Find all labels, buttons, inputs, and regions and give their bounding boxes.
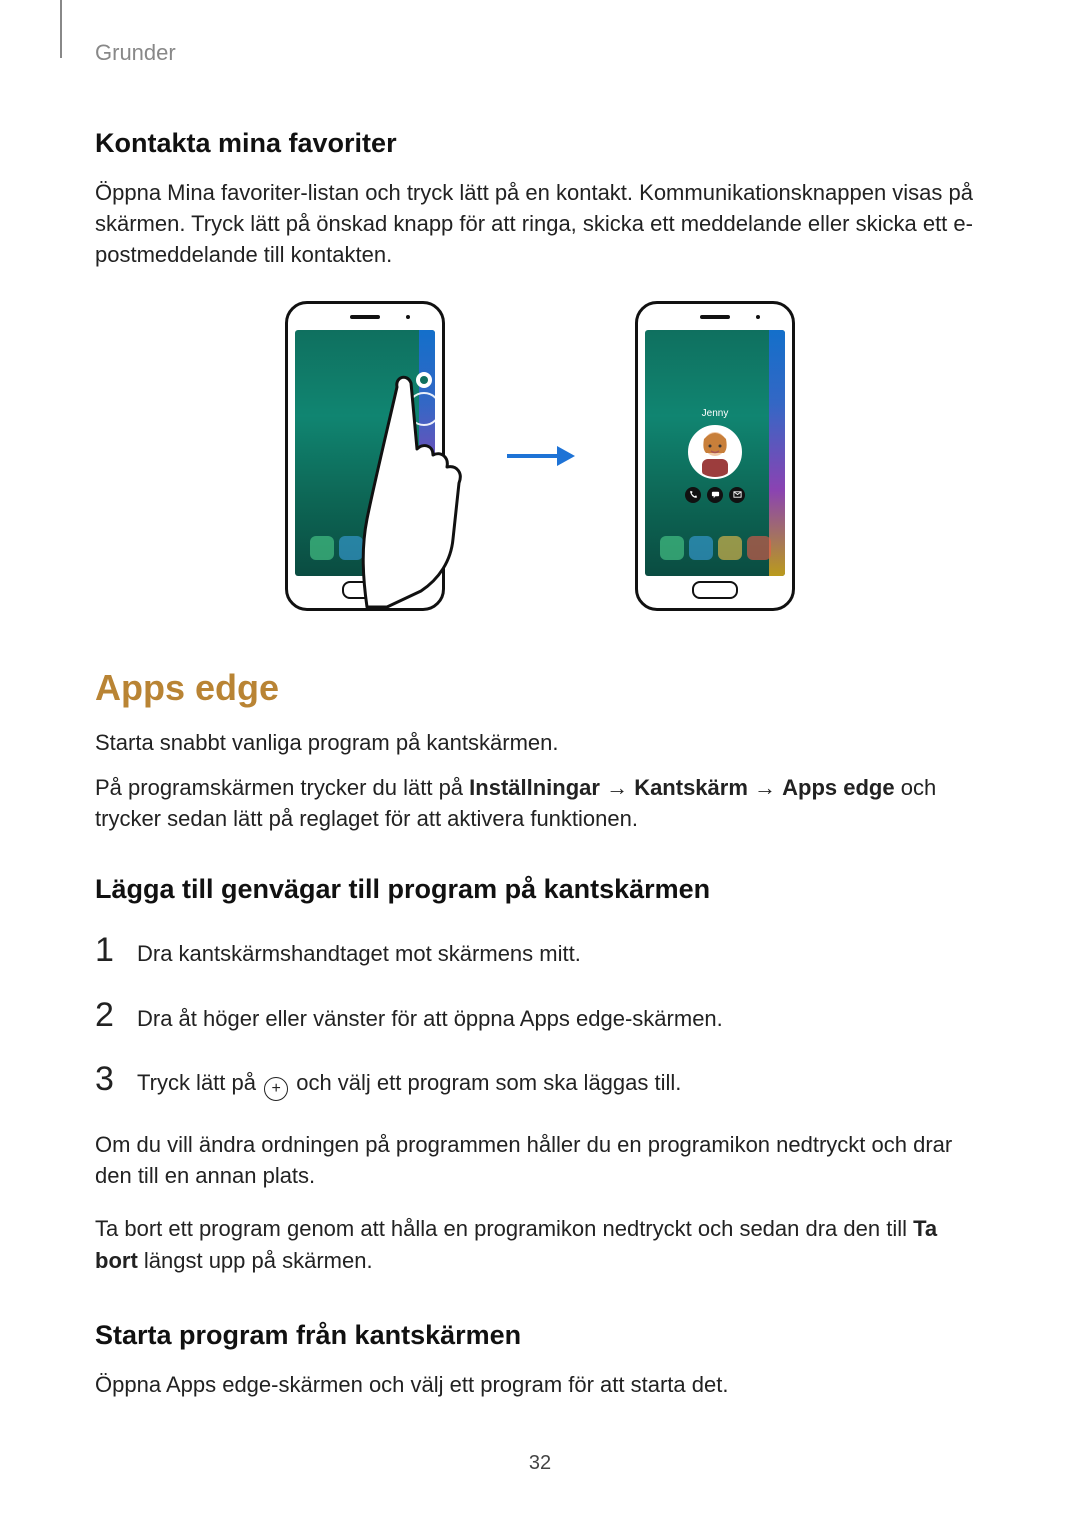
heading-apps-edge: Apps edge (95, 667, 985, 709)
para-contact-favourites: Öppna Mina favoriter-listan och tryck lä… (95, 177, 985, 271)
phone-screen (295, 330, 435, 576)
page-category: Grunder (95, 40, 985, 66)
contact-actions (685, 487, 745, 503)
touch-indicator-icon (407, 392, 435, 426)
dock (307, 530, 423, 566)
text: längst upp på skärmen. (138, 1248, 373, 1273)
para-start-programs: Öppna Apps edge-skärmen och välj ett pro… (95, 1369, 985, 1400)
step-item: 1 Dra kantskärmshandtaget mot skärmens m… (95, 933, 985, 969)
step-text: Dra åt höger eller vänster för att öppna… (137, 1003, 723, 1034)
manual-page: Grunder Kontakta mina favoriter Öppna Mi… (0, 0, 1080, 1527)
arrow-text: → (600, 775, 634, 800)
phone-camera (406, 315, 410, 319)
step-number: 2 (95, 998, 119, 1032)
para-reorder: Om du vill ändra ordningen på programmen… (95, 1129, 985, 1191)
steps-list: 1 Dra kantskärmshandtaget mot skärmens m… (95, 933, 985, 1100)
home-button-icon (692, 581, 738, 599)
para-delete: Ta bort ett program genom att hålla en p… (95, 1213, 985, 1275)
illustration-row: Jenny (95, 301, 985, 611)
text: och välj ett program som ska läggas till… (290, 1070, 681, 1095)
phone-frame: Jenny (635, 301, 795, 611)
para-apps-edge-intro: Starta snabbt vanliga program på kantskä… (95, 727, 985, 758)
phone-screen: Jenny (645, 330, 785, 576)
dock-app-icon (660, 536, 684, 560)
para-apps-edge-path: På programskärmen trycker du lätt på Ins… (95, 772, 985, 834)
dock-app-icon (747, 536, 771, 560)
contact-popup: Jenny (685, 408, 745, 503)
call-icon (685, 487, 701, 503)
step-item: 2 Dra åt höger eller vänster för att öpp… (95, 998, 985, 1034)
step-number: 1 (95, 933, 119, 967)
phone-frame (285, 301, 445, 611)
dock (657, 530, 773, 566)
text: Tryck lätt på (137, 1070, 262, 1095)
step-item: 3 Tryck lätt på + och välj ett program s… (95, 1062, 985, 1101)
heading-add-shortcuts: Lägga till genvägar till program på kant… (95, 874, 985, 905)
tab-marker (60, 0, 62, 58)
path-settings: Inställningar (469, 775, 600, 800)
heading-contact-favourites: Kontakta mina favoriter (95, 128, 985, 159)
message-icon (707, 487, 723, 503)
step-text: Dra kantskärmshandtaget mot skärmens mit… (137, 938, 581, 969)
phone-speaker (700, 315, 730, 319)
home-button-icon (342, 581, 388, 599)
text: På programskärmen trycker du lätt på (95, 775, 469, 800)
path-apps-edge: Apps edge (782, 775, 894, 800)
email-icon (729, 487, 745, 503)
contact-name: Jenny (702, 408, 729, 419)
dock-app-icon (339, 536, 363, 560)
phone-camera (756, 315, 760, 319)
edge-contact-dot (416, 372, 432, 388)
dock-app-icon (718, 536, 742, 560)
arrow-right-icon (505, 441, 575, 471)
phone-before (285, 301, 445, 611)
path-edge-screen: Kantskärm (634, 775, 748, 800)
dock-app-icon (310, 536, 334, 560)
phone-speaker (350, 315, 380, 319)
text: Ta bort ett program genom att hålla en p… (95, 1216, 913, 1241)
step-text: Tryck lätt på + och välj ett program som… (137, 1067, 681, 1101)
dock-app-icon (368, 536, 392, 560)
page-number: 32 (529, 1452, 551, 1475)
step-number: 3 (95, 1062, 119, 1096)
phone-after: Jenny (635, 301, 795, 611)
dock-app-icon (689, 536, 713, 560)
avatar-icon (688, 425, 742, 479)
arrow-text: → (748, 775, 782, 800)
heading-start-programs: Starta program från kantskärmen (95, 1320, 985, 1351)
dock-app-icon (397, 536, 421, 560)
plus-circle-icon: + (264, 1077, 288, 1101)
